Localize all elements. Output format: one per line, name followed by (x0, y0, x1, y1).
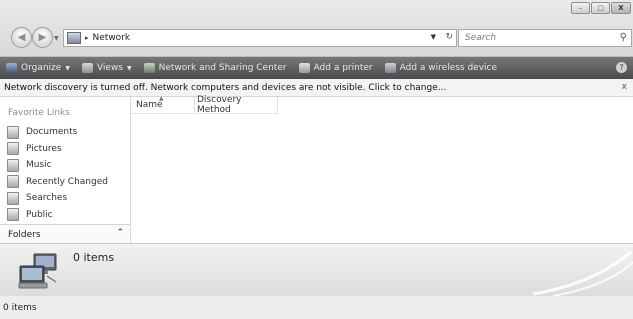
add-printer-button[interactable]: Add a printer (293, 57, 379, 79)
address-bar[interactable]: ▸ Network ▼ ↻ (63, 29, 457, 47)
views-button[interactable]: Views ▼ (76, 57, 138, 79)
caption-buttons: – □ X (571, 2, 631, 14)
column-header-name[interactable]: Name ▲ (131, 95, 195, 114)
favorite-link-music[interactable]: Music (7, 157, 108, 174)
favorite-link-label: Pictures (26, 143, 62, 154)
address-dropdown-icon[interactable]: ▼ (431, 33, 436, 41)
details-item-count: 0 items (73, 251, 115, 264)
favorite-link-searches[interactable]: Searches (7, 190, 108, 207)
forward-button[interactable]: ▶ (32, 27, 53, 48)
info-bar[interactable]: Network discovery is turned off. Network… (0, 79, 633, 97)
organize-button[interactable]: Organize ▼ (0, 57, 76, 79)
favorite-links-list: Documents Pictures Music Recently Change… (7, 124, 108, 223)
favorite-link-pictures[interactable]: Pictures (7, 141, 108, 158)
search-icon[interactable]: ⚲ (620, 32, 627, 43)
network-center-label: Network and Sharing Center (158, 63, 287, 73)
status-item-count: 0 items (3, 302, 37, 313)
network-icon (67, 32, 81, 44)
navigation-pane: Favorite Links Documents Pictures Music … (0, 97, 131, 244)
favorite-links-heading: Favorite Links (8, 108, 70, 118)
file-list[interactable]: Name ▲ Discovery Method (131, 95, 633, 243)
views-label: Views (96, 63, 123, 73)
title-bar: – □ X ◀ ▶ ▼ ▸ Network ▼ ↻ Search ⚲ (0, 0, 633, 57)
folders-label: Folders (8, 229, 41, 240)
favorite-link-recently-changed[interactable]: Recently Changed (7, 174, 108, 191)
music-icon (7, 158, 19, 172)
refresh-icon[interactable]: ↻ (445, 32, 453, 42)
favorite-link-label: Documents (26, 127, 78, 138)
explorer-window: – □ X ◀ ▶ ▼ ▸ Network ▼ ↻ Search ⚲ Organ… (0, 0, 633, 319)
decorative-swoosh (532, 250, 633, 296)
printer-icon (298, 63, 310, 73)
searches-icon (7, 191, 19, 205)
views-icon (81, 63, 93, 73)
breadcrumb-separator[interactable]: ▸ (85, 34, 89, 42)
network-center-icon (143, 63, 155, 73)
details-pane: 0 items (0, 243, 633, 297)
back-button[interactable]: ◀ (11, 27, 32, 48)
add-wireless-label: Add a wireless device (399, 63, 498, 73)
command-bar: Organize ▼ Views ▼ Network and Sharing C… (0, 57, 633, 79)
close-button[interactable]: X (611, 2, 631, 14)
chevron-down-icon: ▼ (65, 64, 70, 72)
network-computers-icon (18, 253, 57, 289)
recently-changed-icon (7, 175, 19, 189)
info-bar-message[interactable]: Network discovery is turned off. Network… (4, 83, 446, 93)
close-icon[interactable]: x (622, 82, 627, 92)
folders-toggle[interactable]: Folders ⌃ (0, 224, 130, 244)
search-input[interactable]: Search (465, 33, 496, 43)
organize-label: Organize (21, 63, 62, 73)
maximize-button[interactable]: □ (591, 2, 610, 14)
documents-icon (7, 125, 19, 139)
column-header-discovery-method[interactable]: Discovery Method (195, 95, 278, 115)
sort-ascending-icon: ▲ (159, 95, 164, 102)
organize-icon (6, 63, 17, 73)
pictures-icon (7, 142, 19, 156)
favorite-link-label: Searches (26, 193, 68, 204)
add-printer-label: Add a printer (313, 63, 373, 73)
chevron-down-icon: ▼ (127, 64, 132, 72)
help-icon[interactable]: ? (616, 62, 627, 73)
search-box[interactable]: Search ⚲ (458, 29, 632, 47)
status-bar: 0 items (0, 296, 633, 319)
chevron-up-icon: ⌃ (116, 228, 124, 238)
column-header-label: Discovery Method (197, 95, 242, 115)
favorite-link-documents[interactable]: Documents (7, 124, 108, 141)
favorite-link-label: Recently Changed (26, 176, 108, 187)
add-wireless-device-button[interactable]: Add a wireless device (379, 57, 503, 79)
wireless-device-icon (384, 63, 396, 73)
minimize-button[interactable]: – (571, 2, 590, 14)
public-icon (7, 208, 19, 222)
favorite-link-label: Public (26, 209, 53, 220)
breadcrumb-network[interactable]: Network (93, 33, 131, 43)
favorite-link-public[interactable]: Public (7, 207, 108, 224)
favorite-link-label: Music (26, 160, 52, 171)
network-and-sharing-center-button[interactable]: Network and Sharing Center (138, 57, 293, 79)
recent-pages-button[interactable]: ▼ (54, 35, 59, 42)
